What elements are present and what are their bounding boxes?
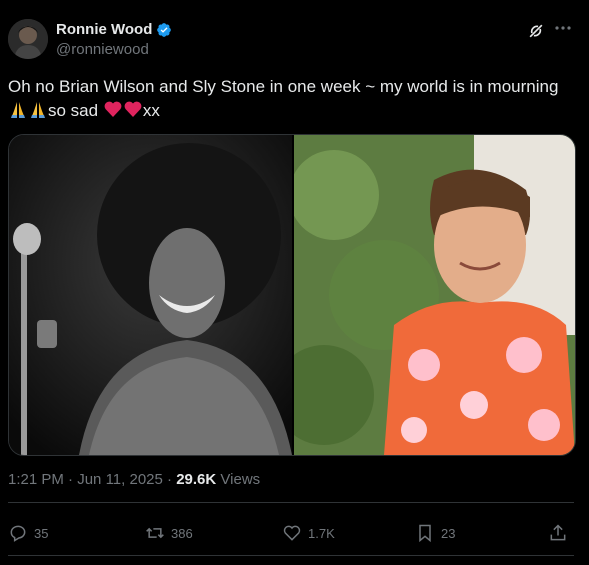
meta-separator: · <box>68 471 74 488</box>
repost-count: 386 <box>171 525 193 541</box>
reply-icon <box>10 525 26 542</box>
grok-icon[interactable] <box>526 21 546 41</box>
bookmark-button[interactable]: 23 <box>415 515 455 551</box>
photo-brian-wilson[interactable] <box>274 135 575 455</box>
more-options-icon[interactable] <box>553 18 573 38</box>
like-count: 1.7K <box>308 525 335 541</box>
author-name[interactable]: Ronnie Wood <box>56 21 152 38</box>
folded-hands-emoji-icon <box>28 99 48 126</box>
share-button[interactable] <box>548 515 568 551</box>
author-name-row[interactable]: Ronnie Wood <box>56 21 172 38</box>
divider <box>8 555 574 556</box>
red-heart-emoji-icon <box>123 99 143 126</box>
red-heart-emoji-icon <box>103 99 123 126</box>
tweet-text-line2: so sad <box>48 101 99 120</box>
folded-hands-emoji-icon <box>8 99 28 126</box>
action-bar: 35 386 1.7K 23 <box>8 515 574 551</box>
views-count: 29.6K <box>176 471 217 488</box>
repost-button[interactable]: 386 <box>145 515 193 551</box>
views-label: Views <box>220 471 261 488</box>
tweet-text-end: xx <box>142 101 160 120</box>
verified-badge-icon <box>156 22 172 38</box>
tweet-date[interactable]: Jun 11, 2025 <box>77 471 163 488</box>
meta-separator: · <box>167 471 173 488</box>
reply-button[interactable]: 35 <box>8 515 48 551</box>
divider <box>8 502 574 503</box>
tweet: Ronnie Wood @ronniewood Oh no Brian Wils… <box>0 0 589 565</box>
heart-icon <box>283 525 301 541</box>
share-icon <box>550 524 566 541</box>
avatar[interactable] <box>8 19 48 59</box>
photo-sly-stone[interactable] <box>9 135 292 455</box>
tweet-time[interactable]: 1:21 PM <box>8 471 64 488</box>
repost-icon <box>146 527 164 539</box>
like-button[interactable]: 1.7K <box>282 515 335 551</box>
reply-count: 35 <box>34 525 49 541</box>
tweet-meta: 1:21 PM · Jun 11, 2025 · 29.6K Views <box>8 471 260 488</box>
tweet-text-line1: Oh no Brian Wilson and Sly Stone in one … <box>8 77 559 96</box>
tweet-media[interactable] <box>8 134 576 456</box>
tweet-text: Oh no Brian Wilson and Sly Stone in one … <box>8 75 578 126</box>
bookmark-count: 23 <box>441 525 456 541</box>
bookmark-icon <box>419 524 431 543</box>
author-handle[interactable]: @ronniewood <box>56 41 149 58</box>
